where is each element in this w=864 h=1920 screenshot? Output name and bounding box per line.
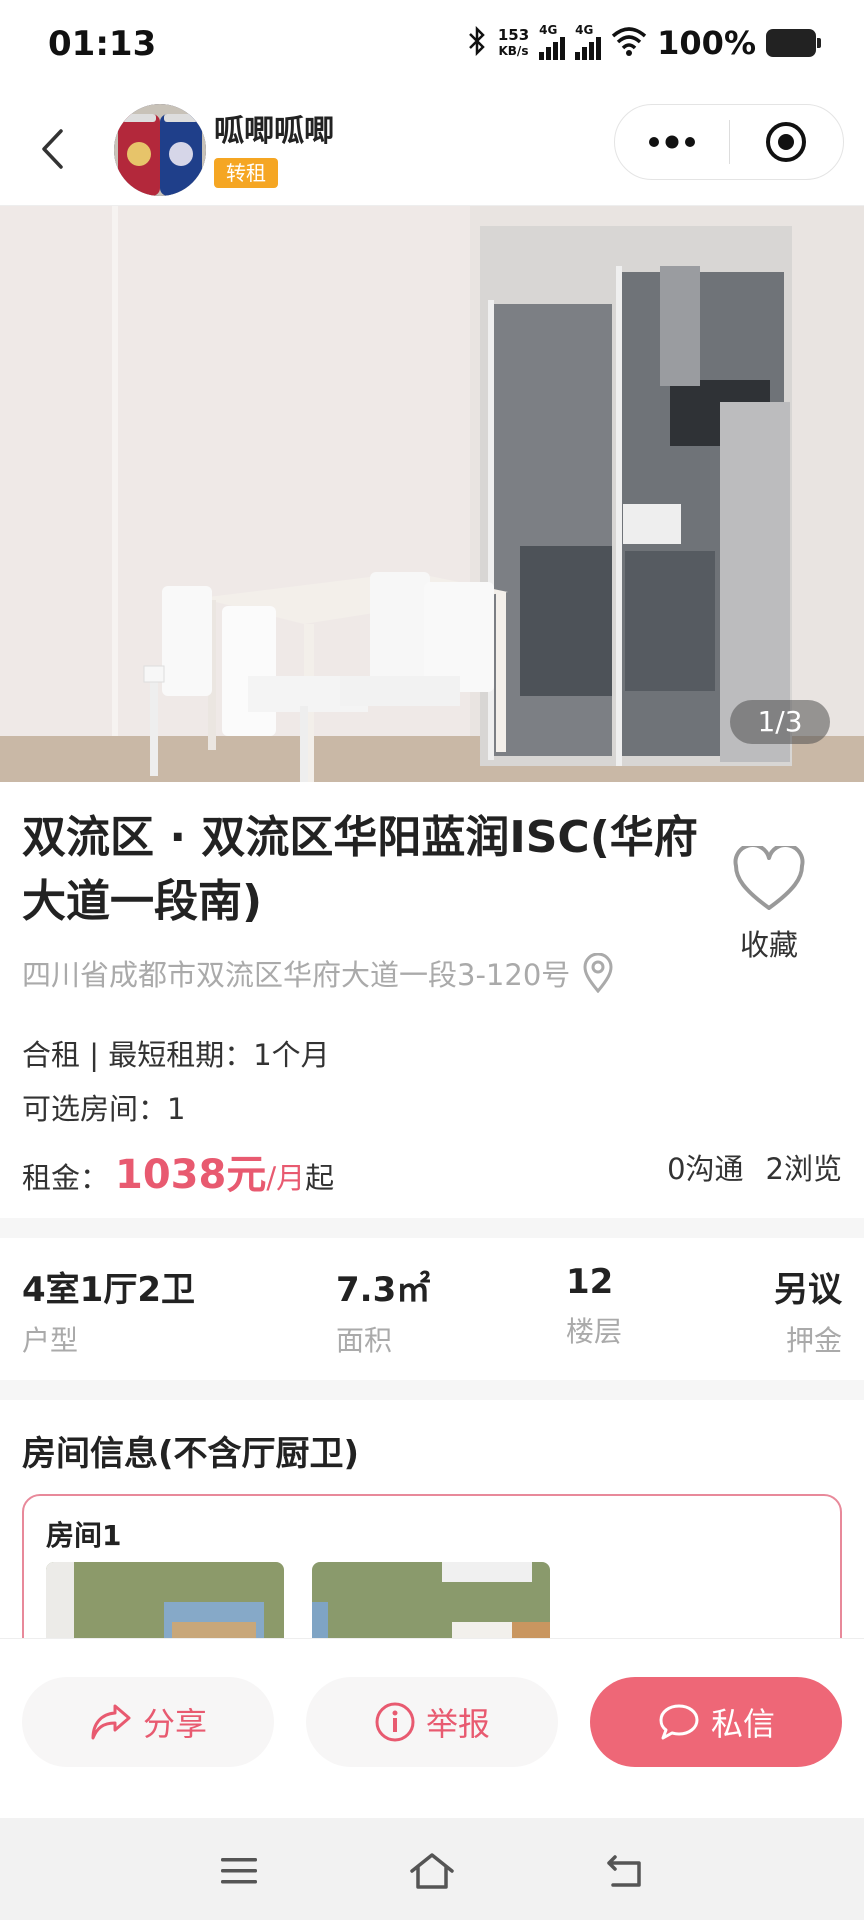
nav-bar: 呱唧呱唧 转租 (0, 92, 864, 206)
signal-1-icon: 4G (539, 23, 566, 60)
rent-label: 租金： (22, 1161, 110, 1195)
more-button[interactable] (615, 105, 729, 179)
favorite-button[interactable]: 收藏 (724, 843, 814, 964)
action-bar: 分享 举报 私信 (0, 1638, 864, 1818)
contact-count: 0沟通 (667, 1152, 744, 1186)
battery-percent: 100% (657, 24, 756, 62)
menu-icon (221, 1858, 257, 1884)
status-time: 01:13 (48, 24, 157, 64)
rent-unit: /月 (266, 1161, 306, 1195)
room-info-title: 房间信息(不含厅厨卫) (22, 1434, 360, 1474)
spec-layout: 4室1厅2卫 户型 (22, 1270, 195, 1357)
avatar[interactable] (114, 104, 206, 196)
battery-icon (766, 29, 821, 57)
info-icon (375, 1702, 415, 1742)
user-name: 呱唧呱唧 (214, 114, 334, 149)
listing-stats: 0沟通 2浏览 (667, 1146, 842, 1188)
section-divider (0, 1380, 864, 1400)
report-button[interactable]: 举报 (306, 1677, 558, 1767)
report-label: 举报 (425, 1705, 490, 1743)
wifi-icon (611, 26, 647, 60)
back-nav-icon (607, 1855, 641, 1887)
rooms-available: 可选房间：1 (22, 1092, 186, 1126)
room-card-title: 房间1 (46, 1519, 122, 1552)
location-pin-icon (583, 953, 613, 993)
share-label: 分享 (142, 1705, 207, 1743)
favorite-label: 收藏 (739, 928, 798, 962)
status-icons: 153 KB/s 4G 4G 100% (466, 23, 821, 62)
room-photo-carousel[interactable]: 1/3 (0, 206, 864, 782)
miniprogram-capsule (614, 104, 844, 180)
share-icon (91, 1704, 131, 1740)
heart-icon (733, 843, 805, 910)
listing-title-block: 双流区 · 双流区华阳蓝润ISC(华府大道一段南) (22, 806, 702, 934)
back-icon (42, 129, 63, 169)
view-count: 2浏览 (765, 1152, 842, 1186)
rent-line: 租金： 1038元 /月 起 (22, 1142, 334, 1200)
close-button[interactable] (730, 105, 843, 179)
more-icon (649, 135, 695, 149)
listing-title: 双流区 · 双流区华阳蓝润ISC(华府大道一段南) (22, 812, 698, 927)
spec-deposit: 另议 押金 (774, 1270, 842, 1357)
home-icon (410, 1853, 454, 1889)
message-label: 私信 (710, 1705, 775, 1743)
spec-area: 7.3㎡ 面积 (336, 1270, 431, 1357)
menu-key[interactable] (214, 1846, 264, 1896)
listing-address[interactable]: 四川省成都市双流区华府大道一段3-120号 (22, 952, 614, 994)
back-key[interactable] (600, 1846, 650, 1896)
section-divider (0, 1218, 864, 1238)
sublet-badge: 转租 (214, 158, 278, 188)
network-speed: 153 KB/s (497, 26, 530, 58)
close-target-icon (766, 122, 807, 162)
message-button[interactable]: 私信 (590, 1677, 842, 1767)
chat-icon (659, 1704, 699, 1740)
room-photo (0, 206, 864, 782)
photo-counter: 1/3 (730, 700, 830, 744)
signal-2-icon: 4G (575, 23, 602, 60)
rent-type: 合租 | 最短租期：1个月 (22, 1038, 330, 1072)
spec-floor: 12 楼层 (566, 1262, 623, 1348)
system-nav-bar (0, 1818, 864, 1920)
address-text: 四川省成都市双流区华府大道一段3-120号 (22, 958, 571, 992)
rent-suffix: 起 (305, 1161, 335, 1195)
back-button[interactable] (30, 124, 74, 174)
home-key[interactable] (407, 1846, 457, 1896)
rent-price: 1038元 (115, 1152, 267, 1198)
bluetooth-icon (466, 25, 488, 60)
share-button[interactable]: 分享 (22, 1677, 274, 1767)
status-bar: 01:13 153 KB/s 4G 4G 100% (0, 0, 864, 92)
